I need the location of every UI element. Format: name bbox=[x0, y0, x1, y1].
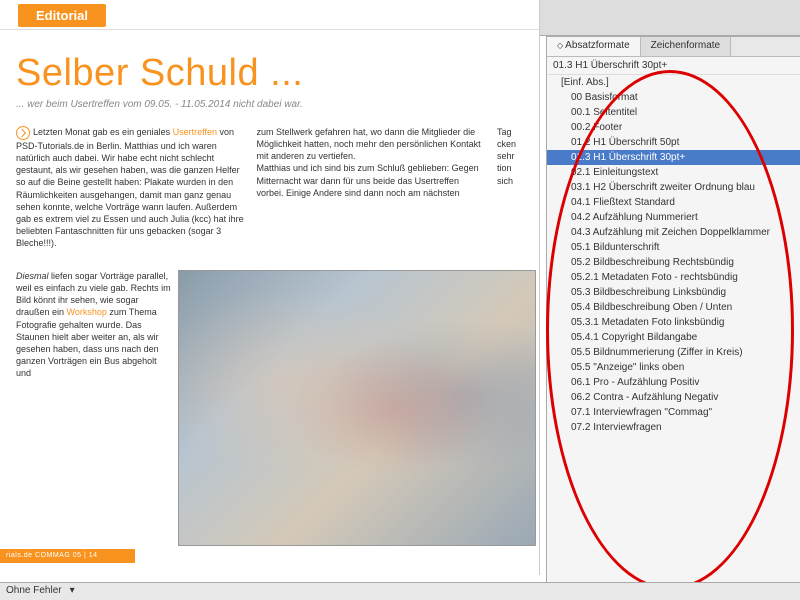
style-item[interactable]: 02.1 Einleitungstext bbox=[547, 165, 800, 180]
body-text: zum Stellwerk gefahren hat, wo dann die … bbox=[257, 127, 481, 198]
body-columns: Letzten Monat gab es ein geniales Usertr… bbox=[16, 126, 523, 249]
style-item[interactable]: 00.2 Footer bbox=[547, 120, 800, 135]
page-footer: rials.de COMMAG 05 | 14 bbox=[0, 549, 135, 563]
style-item[interactable]: 00 Basisformat bbox=[547, 90, 800, 105]
body-text-italic: Diesmal bbox=[16, 271, 49, 281]
rule bbox=[0, 29, 539, 30]
style-item[interactable]: 05.4.1 Copyright Bildangabe bbox=[547, 330, 800, 345]
style-item[interactable]: 05.5 "Anzeige" links oben bbox=[547, 360, 800, 375]
style-item[interactable]: 05.3 Bildbeschreibung Linksbündig bbox=[547, 285, 800, 300]
tab-absatzformate[interactable]: ◇Absatzformate bbox=[547, 37, 641, 56]
status-errors[interactable]: Ohne Fehler bbox=[6, 585, 62, 596]
article-photo[interactable] bbox=[178, 270, 536, 546]
style-item[interactable]: 05.3.1 Metadaten Foto linksbündig bbox=[547, 315, 800, 330]
style-item[interactable]: 01.2 H1 Überschrift 50pt bbox=[547, 135, 800, 150]
body-text: Tag cken sehr tion sich bbox=[497, 127, 516, 186]
style-list[interactable]: [Einf. Abs.]00 Basisformat00.1 Seitentit… bbox=[547, 75, 800, 595]
status-bar: Ohne Fehler ▾ bbox=[0, 582, 800, 600]
style-item[interactable]: 05.2.1 Metadaten Foto - rechtsbündig bbox=[547, 270, 800, 285]
section-tab: Editorial bbox=[18, 4, 106, 27]
tab-zeichenformate[interactable]: Zeichenformate bbox=[641, 37, 731, 56]
current-style-display: 01.3 H1 Überschrift 30pt+ bbox=[547, 57, 800, 75]
style-item[interactable]: 05.5 Bildnummerierung (Ziffer in Kreis) bbox=[547, 345, 800, 360]
tab-label: Absatzformate bbox=[565, 40, 629, 51]
style-item[interactable]: 03.1 H2 Überschrift zweiter Ordnung blau bbox=[547, 180, 800, 195]
dropdown-icon[interactable]: ▾ bbox=[70, 585, 75, 596]
style-item[interactable]: 04.3 Aufzählung mit Zeichen Doppelklamme… bbox=[547, 225, 800, 240]
page-subhead[interactable]: ... wer beim Usertreffen vom 09.05. - 11… bbox=[16, 99, 539, 110]
paragraph-styles-panel: ◇Absatzformate Zeichenformate 01.3 H1 Üb… bbox=[546, 36, 800, 598]
globe-icon bbox=[16, 126, 30, 140]
style-item[interactable]: 00.1 Seitentitel bbox=[547, 105, 800, 120]
link-workshop[interactable]: Workshop bbox=[67, 307, 107, 317]
style-item[interactable]: 01.3 H1 Überschrift 30pt+ bbox=[547, 150, 800, 165]
style-item[interactable]: [Einf. Abs.] bbox=[547, 75, 800, 90]
column-1[interactable]: Letzten Monat gab es ein geniales Usertr… bbox=[16, 126, 247, 249]
column-2[interactable]: zum Stellwerk gefahren hat, wo dann die … bbox=[257, 126, 488, 249]
app-chrome bbox=[540, 0, 800, 36]
page-headline[interactable]: Selber Schuld ... bbox=[16, 52, 539, 95]
style-item[interactable]: 06.2 Contra - Aufzählung Negativ bbox=[547, 390, 800, 405]
wrap-column[interactable]: Diesmal liefen sogar Vorträge parallel, … bbox=[16, 270, 171, 379]
style-item[interactable]: 05.4 Bildbeschreibung Oben / Unten bbox=[547, 300, 800, 315]
style-item[interactable]: 04.1 Fließtext Standard bbox=[547, 195, 800, 210]
style-item[interactable]: 06.1 Pro - Aufzählung Positiv bbox=[547, 375, 800, 390]
column-3[interactable]: Tag cken sehr tion sich bbox=[497, 126, 523, 249]
style-item[interactable]: 07.2 Interviewfragen bbox=[547, 420, 800, 435]
body-text: Letzten Monat gab es ein geniales bbox=[33, 127, 173, 137]
document-page: Editorial Selber Schuld ... ... wer beim… bbox=[0, 0, 540, 575]
link-usertreffen[interactable]: Usertreffen bbox=[173, 127, 217, 137]
style-item[interactable]: 04.2 Aufzählung Nummeriert bbox=[547, 210, 800, 225]
body-text: zum Thema Fotografie gehalten wurde. Das… bbox=[16, 307, 159, 378]
style-item[interactable]: 07.1 Interviewfragen "Commag" bbox=[547, 405, 800, 420]
panel-tabs: ◇Absatzformate Zeichenformate bbox=[547, 37, 800, 57]
style-item[interactable]: 05.2 Bildbeschreibung Rechtsbündig bbox=[547, 255, 800, 270]
style-item[interactable]: 05.1 Bildunterschrift bbox=[547, 240, 800, 255]
body-text: von PSD-Tutorials.de in Berlin. Matthias… bbox=[16, 127, 244, 248]
sort-icon: ◇ bbox=[557, 41, 563, 50]
